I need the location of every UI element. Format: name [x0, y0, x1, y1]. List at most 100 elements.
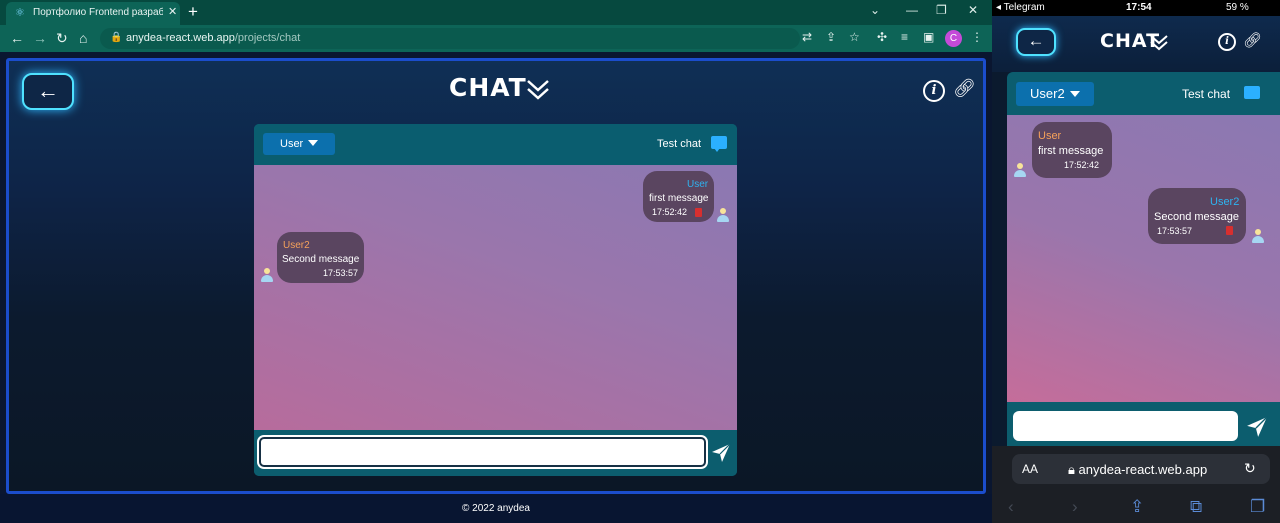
back-button[interactable]: ← [22, 73, 74, 110]
message-author: User [687, 179, 709, 190]
share-icon[interactable]: ⇪ [826, 30, 836, 44]
url-host: anydea-react.web.app [126, 32, 235, 44]
link-icon[interactable]: 🔗︎ [1243, 31, 1262, 49]
react-favicon-icon: ⚛ [15, 7, 25, 19]
extensions-icon[interactable]: ✣ [877, 30, 887, 44]
message-bubble-other: User2 Second message 17:53:57 [277, 232, 364, 283]
url-path: /projects/chat [234, 32, 301, 44]
info-icon[interactable]: i [1218, 33, 1236, 51]
screenshot-root: ⚛ Портфолио Frontend разработч ✕ + ⌄ — ❐… [0, 0, 1280, 523]
message-author: User2 [283, 240, 310, 251]
tab-search-icon[interactable]: ⌄ [870, 3, 880, 17]
double-chevron-down-icon[interactable] [526, 75, 550, 103]
info-icon[interactable]: i [923, 80, 945, 102]
message-time: 17:53:57 [323, 268, 359, 278]
send-icon[interactable] [711, 443, 731, 463]
chat-name: Test chat [657, 138, 702, 150]
back-nav-icon[interactable]: ← [10, 30, 24, 46]
reload-icon[interactable]: ↻ [1244, 460, 1256, 477]
delete-message-icon[interactable] [695, 208, 702, 217]
chat-bubble-icon [1244, 86, 1260, 99]
arrow-left-icon: ← [37, 78, 59, 103]
message-text: first message [649, 193, 709, 204]
user-avatar-icon [1013, 163, 1027, 177]
message-time: 17:52:42 [652, 207, 688, 217]
reload-icon[interactable]: ↻ [56, 30, 68, 46]
ios-status-bar: ◂ Telegram 17:54 59 % [992, 0, 1280, 16]
safari-url-text: anydea-react.web.app [1078, 462, 1208, 477]
mobile-user-select-dropdown[interactable]: User2 [1016, 82, 1094, 106]
chat-name: Test chat [1182, 87, 1231, 101]
page-title: CHAT [449, 73, 527, 102]
bookmark-star-icon[interactable]: ☆ [849, 30, 860, 44]
caret-down-icon [308, 140, 318, 146]
message-author: User2 [1210, 196, 1240, 208]
mobile-chat-window: User2 Test chat User first message 17:52… [1007, 72, 1280, 446]
composer [254, 430, 737, 476]
message-bubble-own: User first message 17:52:42 [643, 171, 714, 222]
address-url[interactable]: anydea-react.web.app/projects/chat [126, 32, 300, 44]
mobile-message-list: User first message 17:52:42 User2 Second… [1007, 115, 1280, 402]
message-list: User first message 17:52:42 User2 Second… [254, 165, 737, 430]
caret-down-icon [1070, 91, 1080, 97]
lock-icon: 🔒︎ [1068, 462, 1079, 477]
message-input[interactable] [257, 435, 708, 469]
media-queue-icon[interactable]: ≡ [901, 30, 908, 44]
mobile-message-input[interactable] [1013, 411, 1238, 441]
arrow-left-icon: ← [1027, 31, 1045, 50]
restore-button[interactable]: ❐ [936, 3, 947, 17]
app-frame: ← CHAT i 🔗︎ User Test chat User first me… [6, 58, 986, 494]
forward-nav-icon[interactable]: → [33, 30, 47, 46]
user-select-dropdown[interactable]: User [263, 133, 335, 155]
minimize-button[interactable]: — [906, 3, 918, 17]
mobile-back-button[interactable]: ← [1016, 28, 1056, 56]
message-bubble-other: User first message 17:52:42 [1032, 122, 1112, 178]
forward-nav-icon[interactable]: › [1072, 497, 1078, 517]
chat-window: User Test chat User first message 17:52:… [254, 124, 737, 476]
profile-avatar[interactable]: C [945, 30, 962, 47]
mobile-screenshot: ◂ Telegram 17:54 59 % ← CHAT i 🔗︎ User2 … [992, 0, 1280, 523]
bookmarks-icon[interactable]: ⧉ [1190, 497, 1202, 517]
message-text: Second message [1154, 211, 1239, 223]
user2-avatar-icon [1251, 229, 1265, 243]
address-bar[interactable]: 🔒 anydea-react.web.app/projects/chat [100, 28, 800, 49]
mobile-chat-header: User2 Test chat [1007, 72, 1280, 115]
close-window-button[interactable]: ✕ [968, 3, 978, 17]
mobile-composer [1007, 402, 1280, 446]
new-tab-button[interactable]: + [188, 2, 198, 22]
link-icon[interactable]: 🔗︎ [953, 78, 976, 99]
double-chevron-down-icon[interactable] [1150, 32, 1168, 52]
delete-message-icon[interactable] [1226, 226, 1233, 235]
message-author: User [1038, 130, 1062, 142]
selected-user: User [280, 138, 304, 150]
tab-title: Портфолио Frontend разработч [33, 7, 163, 18]
message-time: 17:53:57 [1157, 226, 1193, 236]
chat-header: User Test chat [254, 124, 737, 165]
translate-icon[interactable]: ⇄ [802, 30, 812, 44]
safari-toolbar: AA 🔒︎ anydea-react.web.app ↻ ‹ › ⇪ ⧉ ❐ [992, 446, 1280, 523]
close-tab-icon[interactable]: ✕ [168, 5, 177, 18]
chat-bubble-icon [711, 136, 727, 152]
message-bubble-own: User2 Second message 17:53:57 [1148, 188, 1246, 244]
reader-text-size-button[interactable]: AA [1022, 462, 1038, 476]
lock-icon: 🔒 [110, 32, 123, 43]
back-nav-icon[interactable]: ‹ [1008, 497, 1014, 517]
user-avatar-icon [716, 208, 730, 222]
home-icon[interactable]: ⌂ [79, 30, 87, 46]
safari-url[interactable]: 🔒︎ anydea-react.web.app [1068, 462, 1207, 478]
status-battery: 59 % [1226, 2, 1249, 13]
selected-user: User2 [1030, 86, 1065, 101]
side-panel-icon[interactable]: ▣ [923, 30, 934, 44]
safari-address-bar[interactable]: AA 🔒︎ anydea-react.web.app ↻ [1012, 454, 1270, 484]
share-icon[interactable]: ⇪ [1130, 497, 1144, 517]
mobile-app-header: ← CHAT i 🔗︎ [992, 16, 1280, 72]
browser-tab[interactable]: ⚛ Портфолио Frontend разработч ✕ [6, 2, 180, 25]
send-icon[interactable] [1246, 416, 1268, 438]
tabs-icon[interactable]: ❐ [1250, 497, 1265, 517]
menu-kebab-icon[interactable]: ⋮ [971, 30, 983, 44]
web-page: ← CHAT i 🔗︎ User Test chat User first me… [0, 52, 992, 523]
page-footer: © 2022 anydea [0, 494, 992, 523]
message-text: Second message [282, 254, 360, 265]
desktop-browser: ⚛ Портфолио Frontend разработч ✕ + ⌄ — ❐… [0, 0, 992, 523]
status-carrier[interactable]: ◂ Telegram [996, 2, 1045, 13]
